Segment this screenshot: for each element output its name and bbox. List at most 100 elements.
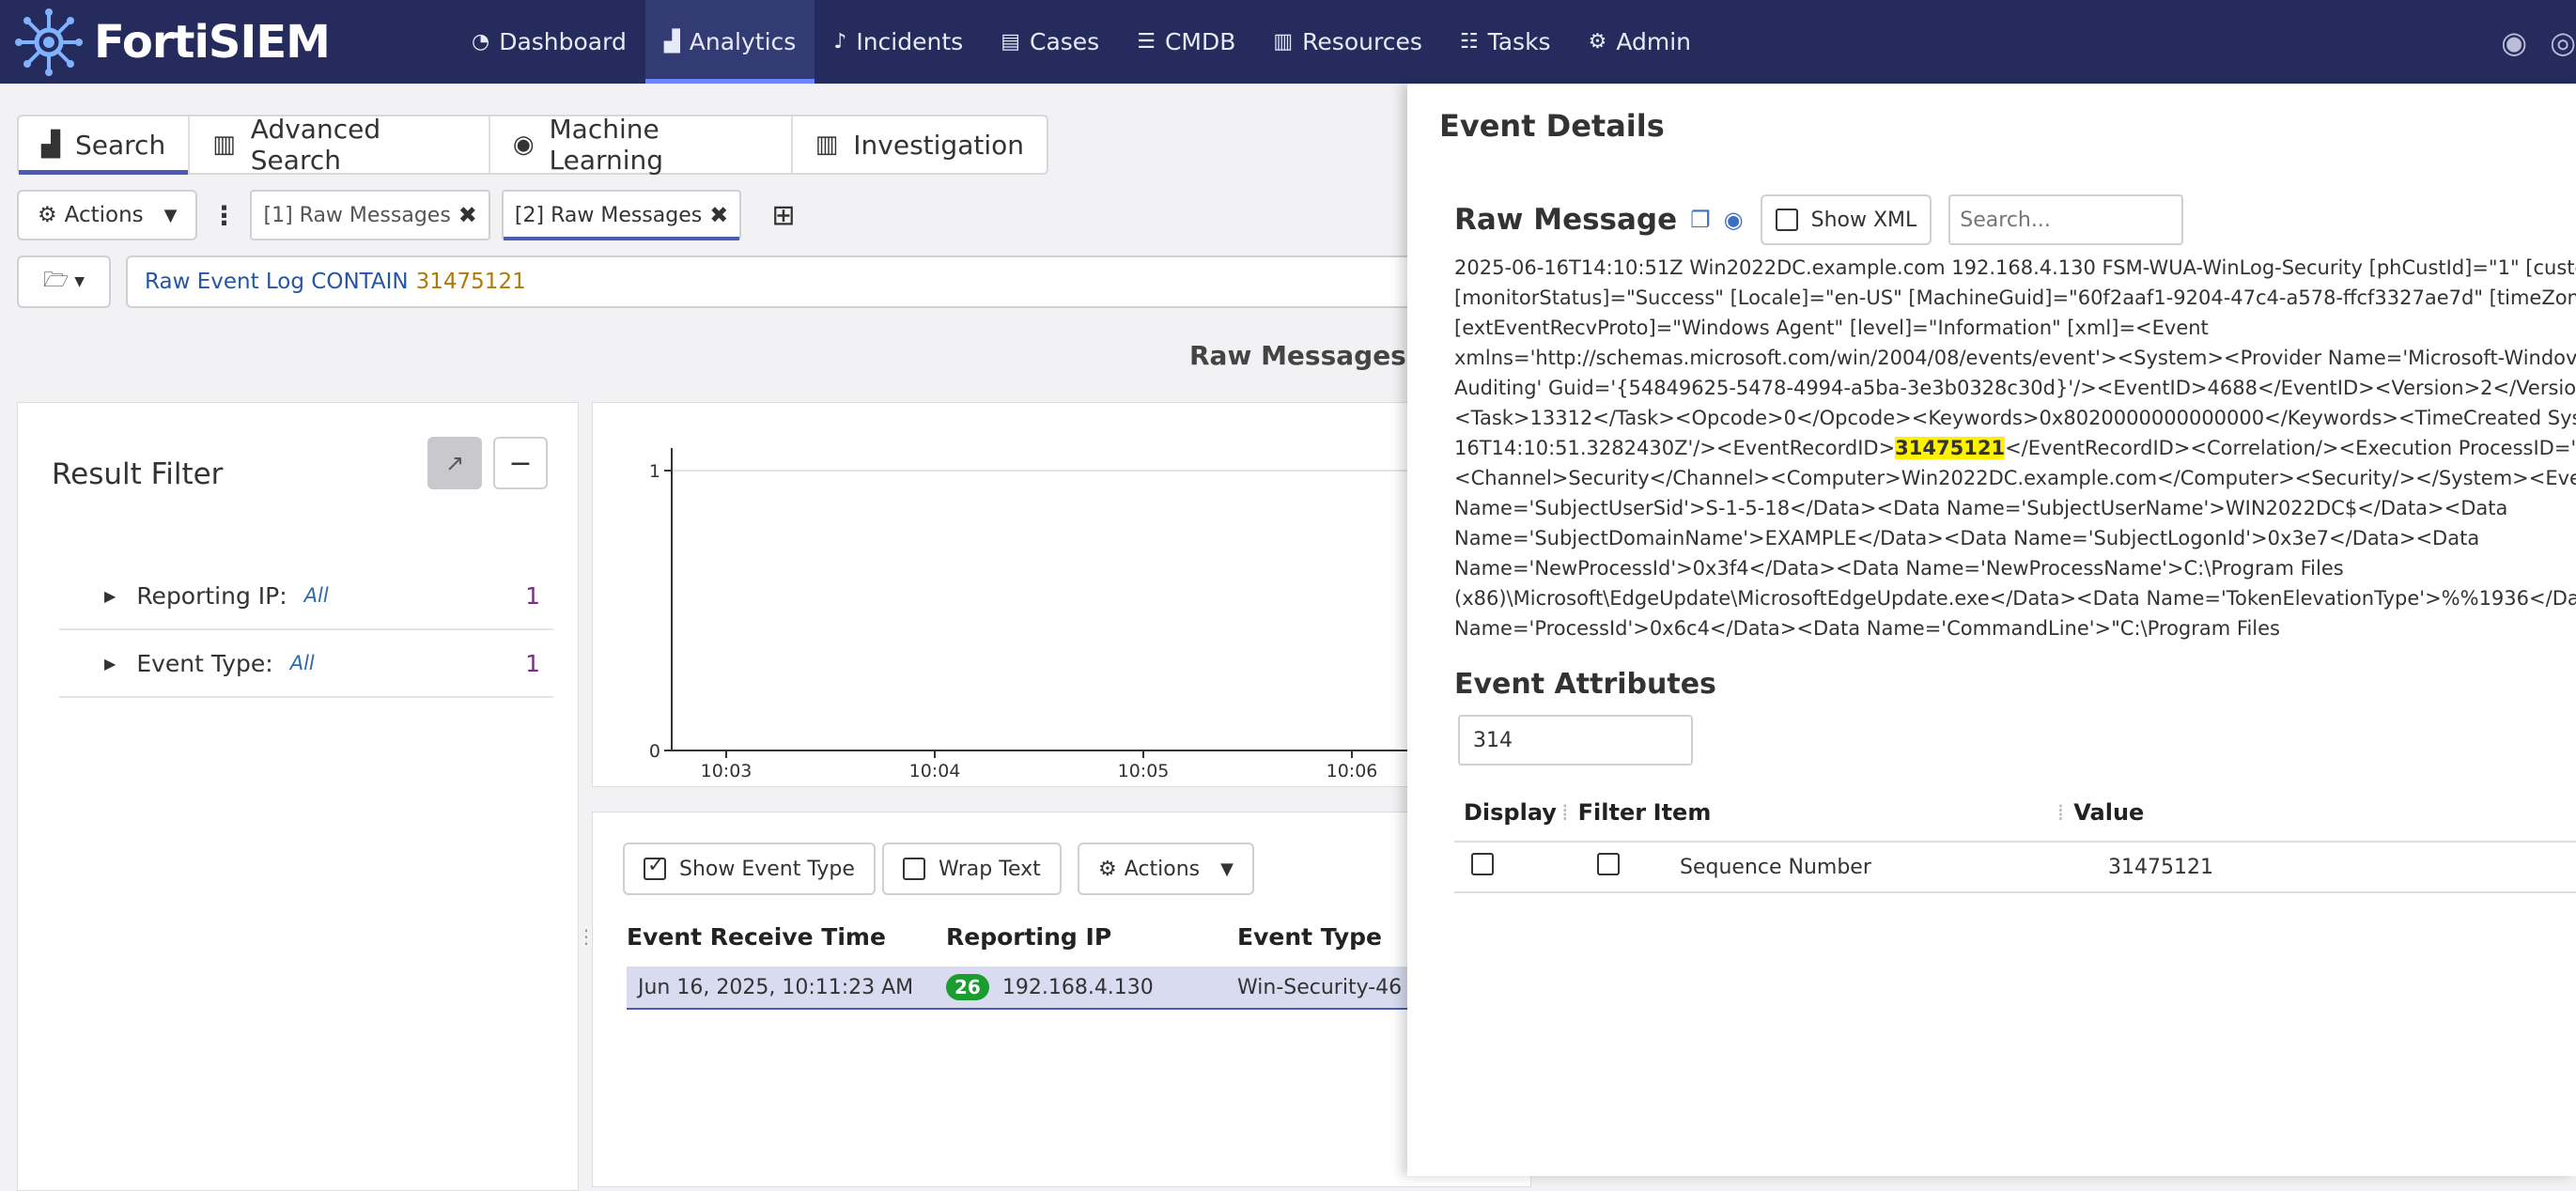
- raw-line: (x86)\Microsoft\EdgeUpdate\MicrosoftEdge…: [1454, 583, 2576, 613]
- checkbox-checked-icon: [644, 854, 666, 880]
- table-row[interactable]: Jun 16, 2025, 10:11:23 AM 26 192.168.4.13…: [627, 967, 1538, 1010]
- ip-text: 192.168.4.130: [1001, 975, 1154, 999]
- chart-icon: ▟: [663, 30, 680, 54]
- y-tick-label: 1: [649, 461, 660, 482]
- copy-icon[interactable]: ❐: [1690, 207, 1711, 233]
- events-actions-dropdown[interactable]: ⚙ Actions ▼: [1078, 843, 1254, 895]
- filter-value[interactable]: All: [290, 652, 315, 674]
- raw-text-segment: [monitorStatus]="Success" [Locale]="en-U…: [1454, 286, 2576, 309]
- attribute-filter-input[interactable]: [1458, 715, 1693, 766]
- raw-text-segment: <Task>13312</Task><Opcode>0</Opcode><Key…: [1454, 407, 2576, 429]
- show-xml-toggle[interactable]: Show XML: [1760, 194, 1932, 245]
- column-header[interactable]: Reporting IP: [946, 923, 1237, 951]
- raw-message-header: Raw Message ❐ ◉ Show XML: [1454, 194, 2184, 245]
- y-tick-label: 0: [649, 741, 660, 762]
- display-checkbox[interactable]: [1454, 853, 1586, 881]
- tab-search[interactable]: ▟ Search: [19, 116, 191, 175]
- tasks-icon: ☷: [1459, 30, 1479, 54]
- add-tab-icon[interactable]: ⊞: [771, 199, 795, 232]
- nav-label: Analytics: [689, 28, 797, 55]
- query-tab-label: [2] Raw Messages: [514, 203, 703, 227]
- bar-chart-icon: ▥: [212, 131, 236, 159]
- filter-row-reporting-ip[interactable]: ▶ Reporting IP: All 1: [59, 563, 553, 630]
- raw-text-segment: 16T14:10:51.3282430Z'/><EventRecordID>: [1454, 437, 1896, 459]
- share-button[interactable]: ↗: [427, 437, 482, 489]
- raw-search-input[interactable]: [1948, 194, 2184, 245]
- raw-text-segment: xmlns='http://schemas.microsoft.com/win/…: [1454, 347, 2576, 369]
- raw-line: <Channel>Security</Channel><Computer>Win…: [1454, 463, 2576, 493]
- show-event-type-toggle[interactable]: Show Event Type: [623, 843, 876, 895]
- query-tab-2[interactable]: [2] Raw Messages ✖: [501, 190, 742, 240]
- tab-label: Advanced Search: [250, 114, 381, 176]
- event-attributes-title: Event Attributes: [1454, 668, 1716, 701]
- raw-text-segment: Name='ProcessId'>0x6c4</Data><Data Name=…: [1454, 617, 2280, 640]
- query-value: 31475121: [415, 270, 526, 294]
- column-header[interactable]: Event Receive Time: [627, 923, 946, 951]
- tab-label: Machine Learning: [549, 114, 664, 176]
- kebab-menu-icon[interactable]: ⋮: [210, 200, 237, 231]
- column-header[interactable]: Filter: [1578, 799, 1653, 826]
- nav-tasks[interactable]: ☷ Tasks: [1441, 0, 1570, 84]
- filter-row-event-type[interactable]: ▶ Event Type: All 1: [59, 630, 553, 698]
- nav-cases[interactable]: ▤ Cases: [982, 0, 1118, 84]
- logo[interactable]: FortiSIEM: [15, 8, 410, 76]
- result-filter-panel: Result Filter ↗ − ▶ Reporting IP: All 1 …: [17, 402, 579, 1191]
- close-icon[interactable]: ✖: [709, 202, 728, 228]
- filter-checkbox[interactable]: [1586, 853, 1680, 881]
- column-header[interactable]: Item: [1653, 799, 2048, 826]
- checkbox-icon: [1471, 853, 1494, 875]
- raw-text-segment: (x86)\Microsoft\EdgeUpdate\MicrosoftEdge…: [1454, 587, 2576, 610]
- collapse-button[interactable]: −: [493, 437, 548, 489]
- column-separator[interactable]: ⁞: [1561, 799, 1569, 826]
- nav-admin[interactable]: ⚙ Admin: [1570, 0, 1710, 84]
- nav-dashboard[interactable]: ◔ Dashboard: [453, 0, 645, 84]
- gear-icon: ⚙: [38, 203, 57, 227]
- expand-arrow-icon[interactable]: ▶: [104, 655, 116, 673]
- view-icon[interactable]: ◉: [1724, 207, 1744, 233]
- column-separator[interactable]: ⁞: [2057, 799, 2065, 826]
- nav-incidents[interactable]: ♪ Incidents: [815, 0, 982, 84]
- expand-arrow-icon[interactable]: ▶: [104, 587, 116, 605]
- attributes-table: Display ⁞ Filter Item ⁞ Value Sequence N…: [1454, 784, 2576, 893]
- tab-advanced-search[interactable]: ▥ Advanced Search: [190, 114, 490, 176]
- filter-value[interactable]: All: [304, 584, 329, 607]
- cell-value: 31475121: [2108, 855, 2213, 879]
- query-input[interactable]: Raw Event Log CONTAIN 31475121: [126, 255, 1479, 308]
- nav-analytics[interactable]: ▟ Analytics: [644, 0, 815, 84]
- cell-receive-time: Jun 16, 2025, 10:11:23 AM: [638, 975, 914, 999]
- close-icon[interactable]: ✖: [458, 202, 477, 228]
- brand-name: FortiSIEM: [94, 15, 331, 69]
- column-header[interactable]: Display: [1454, 799, 1557, 826]
- result-filter-title: Result Filter: [52, 457, 224, 491]
- filter-count: 1: [525, 581, 540, 610]
- query-tab-label: [1] Raw Messages: [263, 203, 451, 227]
- user-eye-icon[interactable]: ◎: [2550, 24, 2576, 60]
- tab-label: Investigation: [853, 129, 1024, 161]
- wrap-text-toggle[interactable]: Wrap Text: [882, 843, 1062, 895]
- caret-down-icon: ▼: [163, 205, 178, 225]
- raw-text-segment: Name='NewProcessId'>0x3f4</Data><Data Na…: [1454, 557, 2344, 580]
- nav-resources[interactable]: ▥ Resources: [1254, 0, 1440, 84]
- actions-label: Actions: [1124, 857, 1201, 881]
- gears-icon: ⚙: [1588, 30, 1607, 54]
- nav-label: Resources: [1302, 28, 1422, 55]
- query-field: Raw Event Log CONTAIN: [145, 270, 409, 294]
- palette-icon[interactable]: ◉: [2501, 24, 2527, 60]
- events-chart: 0 1 10:03 10:04 10:05 10:06: [649, 448, 1532, 781]
- x-tick-label: 10:05: [1118, 761, 1170, 781]
- folder-dropdown[interactable]: 🗁 ▼: [17, 255, 111, 308]
- tab-investigation[interactable]: ▥ Investigation: [793, 116, 1047, 173]
- robot-eye-icon: ◉: [512, 131, 535, 159]
- column-header[interactable]: Value: [2073, 799, 2144, 826]
- nav-cmdb[interactable]: ☰ CMDB: [1118, 0, 1254, 84]
- actions-dropdown[interactable]: ⚙ Actions ▼: [17, 190, 198, 240]
- raw-line: Name='NewProcessId'>0x3f4</Data><Data Na…: [1454, 553, 2576, 583]
- query-tab-1[interactable]: [1] Raw Messages ✖: [250, 190, 490, 240]
- search-highlight: 31475121: [1895, 437, 2006, 459]
- checkbox-icon: [1775, 209, 1798, 231]
- bar-chart-icon: ▥: [1273, 30, 1294, 54]
- bell-icon: ♪: [833, 30, 847, 54]
- raw-line: [monitorStatus]="Success" [Locale]="en-U…: [1454, 283, 2576, 313]
- raw-line: Name='SubjectUserSid'>S-1-5-18</Data><Da…: [1454, 493, 2576, 523]
- tab-machine-learning[interactable]: ◉ Machine Learning: [490, 114, 793, 176]
